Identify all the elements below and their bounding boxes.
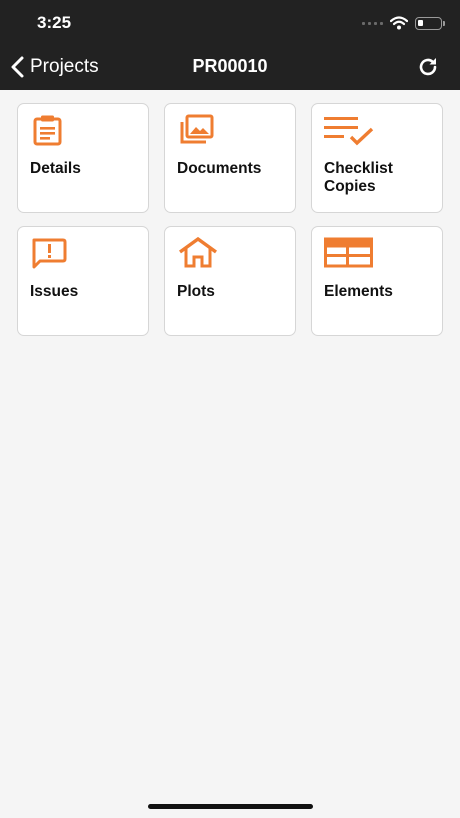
back-button[interactable]: Projects bbox=[10, 52, 99, 82]
module-grid: Details Documents Checklist Copies Issue… bbox=[17, 103, 443, 336]
status-time: 3:25 bbox=[37, 13, 72, 32]
alert-message-icon bbox=[32, 238, 67, 269]
refresh-button[interactable] bbox=[416, 55, 440, 79]
tile-details[interactable]: Details bbox=[17, 103, 149, 213]
tile-label: Details bbox=[30, 160, 81, 177]
app-header: 3:25 Projects PR00010 bbox=[0, 0, 460, 90]
tile-documents[interactable]: Documents bbox=[164, 103, 296, 213]
tile-label: Checklist Copies bbox=[324, 160, 393, 195]
tile-plots[interactable]: Plots bbox=[164, 226, 296, 336]
status-icons bbox=[362, 14, 445, 32]
layout-panels-icon bbox=[324, 237, 373, 268]
tile-label: Issues bbox=[30, 283, 79, 300]
house-icon bbox=[179, 237, 217, 268]
tile-checklist-copies[interactable]: Checklist Copies bbox=[311, 103, 443, 213]
photo-library-icon bbox=[180, 114, 214, 144]
checklist-icon bbox=[324, 117, 374, 146]
clipboard-icon bbox=[33, 115, 62, 146]
refresh-icon bbox=[419, 58, 437, 76]
wifi-icon bbox=[390, 16, 408, 30]
tile-label: Plots bbox=[177, 283, 215, 300]
chevron-left-icon bbox=[11, 56, 24, 78]
back-label: Projects bbox=[30, 56, 99, 77]
signal-icon bbox=[362, 21, 383, 25]
home-indicator[interactable] bbox=[148, 804, 313, 809]
tile-elements[interactable]: Elements bbox=[311, 226, 443, 336]
status-bar: 3:25 bbox=[0, 0, 460, 44]
tile-label: Documents bbox=[177, 160, 262, 177]
tile-label: Elements bbox=[324, 283, 393, 300]
tile-issues[interactable]: Issues bbox=[17, 226, 149, 336]
battery-icon bbox=[415, 16, 445, 30]
